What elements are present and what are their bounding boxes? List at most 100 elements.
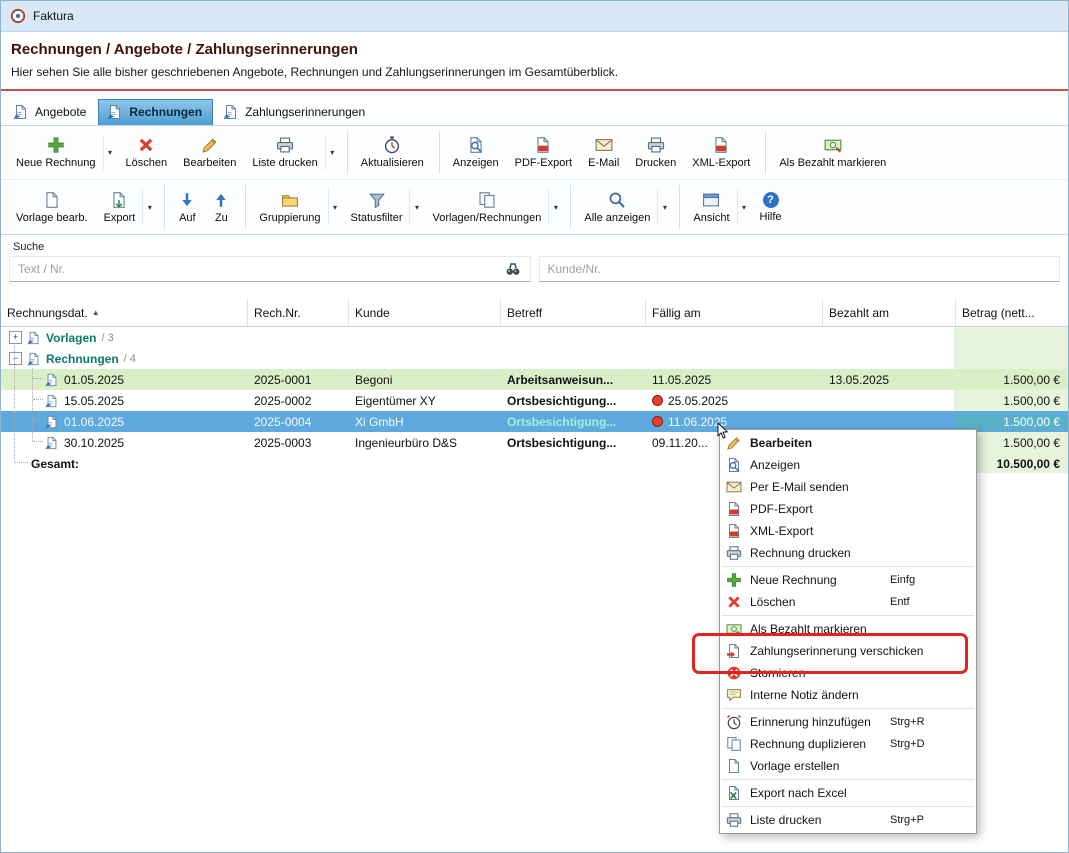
cell-subject: Arbeitsanweisun... — [501, 373, 646, 387]
menu-item-neue-rechnung[interactable]: Neue Rechnung Einfg — [720, 569, 976, 591]
text-search-field — [9, 256, 531, 282]
mark-paid-button[interactable]: Als Bezahlt markieren — [772, 128, 893, 177]
group-row-vorlagen[interactable]: + Vorlagen / 3 — [1, 327, 1068, 348]
print-list-button[interactable]: Liste drucken ▾ — [245, 128, 338, 177]
refresh-button[interactable]: Aktualisieren — [354, 128, 431, 177]
menu-item-pdf-export[interactable]: PDF-Export — [720, 498, 976, 520]
chevron-down-icon[interactable]: ▾ — [737, 189, 751, 225]
menu-item-erinnerung-hinzufuegen[interactable]: Erinnerung hinzufügen Strg+R — [720, 711, 976, 733]
menu-item-anzeigen[interactable]: Anzeigen — [720, 454, 976, 476]
xml-export-button[interactable]: XML-Export — [685, 128, 757, 177]
menu-item-loeschen[interactable]: Löschen Entf — [720, 591, 976, 613]
note-bubble-icon — [726, 687, 742, 703]
funnel-icon — [368, 191, 386, 209]
column-header-kunde[interactable]: Kunde — [349, 299, 501, 326]
titlebar: Faktura — [1, 1, 1068, 32]
pdf-export-button[interactable]: PDF-Export — [508, 128, 579, 177]
view-button[interactable]: Anzeigen — [446, 128, 506, 177]
menu-item-xml-export[interactable]: XML-Export — [720, 520, 976, 542]
grouping-button[interactable]: Gruppierung ▾ — [252, 182, 341, 232]
menu-item-bearbeiten[interactable]: Bearbeiten — [720, 432, 976, 454]
toolbar-row-2: Vorlage bearb. Export ▾ Auf — [1, 180, 1068, 234]
cell-number: 2025-0001 — [248, 373, 349, 387]
email-button[interactable]: E-Mail — [581, 128, 626, 177]
tree-line — [33, 378, 43, 379]
menu-item-interne-notiz-aendern[interactable]: Interne Notiz ändern — [720, 684, 976, 706]
toolbar-row-1: Neue Rechnung ▾ Löschen Bearbeiten — [1, 126, 1068, 180]
column-header-betrag[interactable]: Betrag (nett... — [956, 299, 1069, 326]
tree-line — [14, 345, 15, 462]
tab-rechnungen[interactable]: Rechnungen — [98, 99, 213, 125]
tab-angebote[interactable]: Angebote — [5, 100, 96, 125]
export-button[interactable]: Export ▾ — [97, 182, 157, 232]
edit-template-button[interactable]: Vorlage bearb. — [9, 182, 95, 232]
menu-item-rechnung-duplizieren[interactable]: Rechnung duplizieren Strg+D — [720, 733, 976, 755]
print-button[interactable]: Drucken — [628, 128, 683, 177]
folder-icon — [281, 191, 299, 209]
chevron-down-icon[interactable]: ▾ — [548, 189, 562, 225]
edit-button[interactable]: Bearbeiten — [176, 128, 243, 177]
text-search-input[interactable] — [10, 262, 502, 276]
envelope-icon — [595, 136, 613, 154]
button-body: Neue Rechnung — [9, 133, 103, 172]
menu-item-per-email-senden[interactable]: Per E-Mail senden — [720, 476, 976, 498]
group-row-rechnungen[interactable]: − Rechnungen / 4 — [1, 348, 1068, 369]
chevron-down-icon[interactable]: ▾ — [103, 135, 117, 170]
app-logo-icon — [10, 8, 26, 24]
shortcut: Entf — [890, 596, 968, 608]
collapse-all-button[interactable]: Zu — [205, 182, 237, 232]
group-count: / 3 — [101, 332, 113, 344]
chevron-down-icon[interactable]: ▾ — [657, 189, 671, 225]
app-window: Faktura Rechnungen / Angebote / Zahlungs… — [0, 0, 1069, 853]
toolbar-separator — [765, 131, 766, 174]
column-header-faellig[interactable]: Fällig am — [646, 299, 823, 326]
toolbar-separator — [679, 185, 680, 229]
binoculars-icon[interactable] — [502, 261, 530, 277]
expand-all-button[interactable]: Auf — [171, 182, 203, 232]
column-header-betreff[interactable]: Betreff — [501, 299, 646, 326]
show-all-button[interactable]: Alle anzeigen ▾ — [577, 182, 671, 232]
cell-customer: Begoni — [349, 373, 501, 387]
magnifier-icon — [608, 191, 626, 209]
chevron-down-icon[interactable]: ▾ — [328, 189, 342, 225]
help-button[interactable]: ? Hilfe — [753, 182, 789, 232]
column-header-rechnungsdat[interactable]: Rechnungsdat. ▲ — [1, 299, 248, 326]
search-section-label: Suche — [13, 241, 44, 253]
templates-invoices-button[interactable]: Vorlagen/Rechnungen ▾ — [425, 182, 562, 232]
chevron-down-icon[interactable]: ▾ — [325, 135, 339, 170]
tab-label: Rechnungen — [129, 105, 202, 119]
cell-subject: Ortsbesichtigung... — [501, 436, 646, 450]
duplicate-icon — [726, 736, 742, 752]
collapse-icon[interactable]: − — [9, 352, 22, 365]
new-invoice-button[interactable]: Neue Rechnung ▾ — [9, 128, 117, 177]
cell-due: 11.06.2025 — [646, 415, 823, 429]
menu-item-vorlage-erstellen[interactable]: Vorlage erstellen — [720, 755, 976, 777]
invoice-list-icon — [223, 104, 239, 120]
customer-search-input[interactable] — [540, 262, 1060, 276]
column-header-bezahlt[interactable]: Bezahlt am — [823, 299, 956, 326]
menu-item-export-nach-excel[interactable]: Export nach Excel — [720, 782, 976, 804]
view-settings-button[interactable]: Ansicht ▾ — [686, 182, 750, 232]
template-doc-icon — [726, 758, 742, 774]
delete-button[interactable]: Löschen — [119, 128, 175, 177]
expand-icon[interactable]: + — [9, 331, 22, 344]
menu-item-liste-drucken[interactable]: Liste drucken Strg+P — [720, 809, 976, 831]
column-header-rechnr[interactable]: Rech.Nr. — [248, 299, 349, 326]
group-count: / 4 — [124, 353, 136, 365]
cell-amount: 1.500,00 € — [956, 394, 1069, 408]
menu-item-rechnung-drucken[interactable]: Rechnung drucken — [720, 542, 976, 564]
cell-amount: 1.500,00 € — [956, 373, 1069, 387]
button-body: Ansicht — [686, 188, 736, 227]
chevron-down-icon[interactable]: ▾ — [142, 189, 156, 225]
context-menu: Bearbeiten Anzeigen Per E-Mail senden PD… — [719, 429, 977, 834]
group-label: Vorlagen — [46, 331, 96, 345]
button-body: Aktualisieren — [354, 133, 431, 172]
chevron-down-icon[interactable]: ▾ — [409, 189, 423, 225]
cell-date: 15.05.2025 — [1, 394, 248, 408]
status-filter-button[interactable]: Statusfilter ▾ — [344, 182, 424, 232]
invoice-row-1[interactable]: 01.05.2025 2025-0001 Begoni Arbeitsanwei… — [1, 369, 1068, 390]
overdue-dot — [652, 395, 663, 406]
invoice-row-2[interactable]: 15.05.2025 2025-0002 Eigentümer XY Ortsb… — [1, 390, 1068, 411]
stopwatch-icon — [383, 136, 401, 154]
tab-zahlungserinnerungen[interactable]: Zahlungserinnerungen — [215, 100, 375, 125]
